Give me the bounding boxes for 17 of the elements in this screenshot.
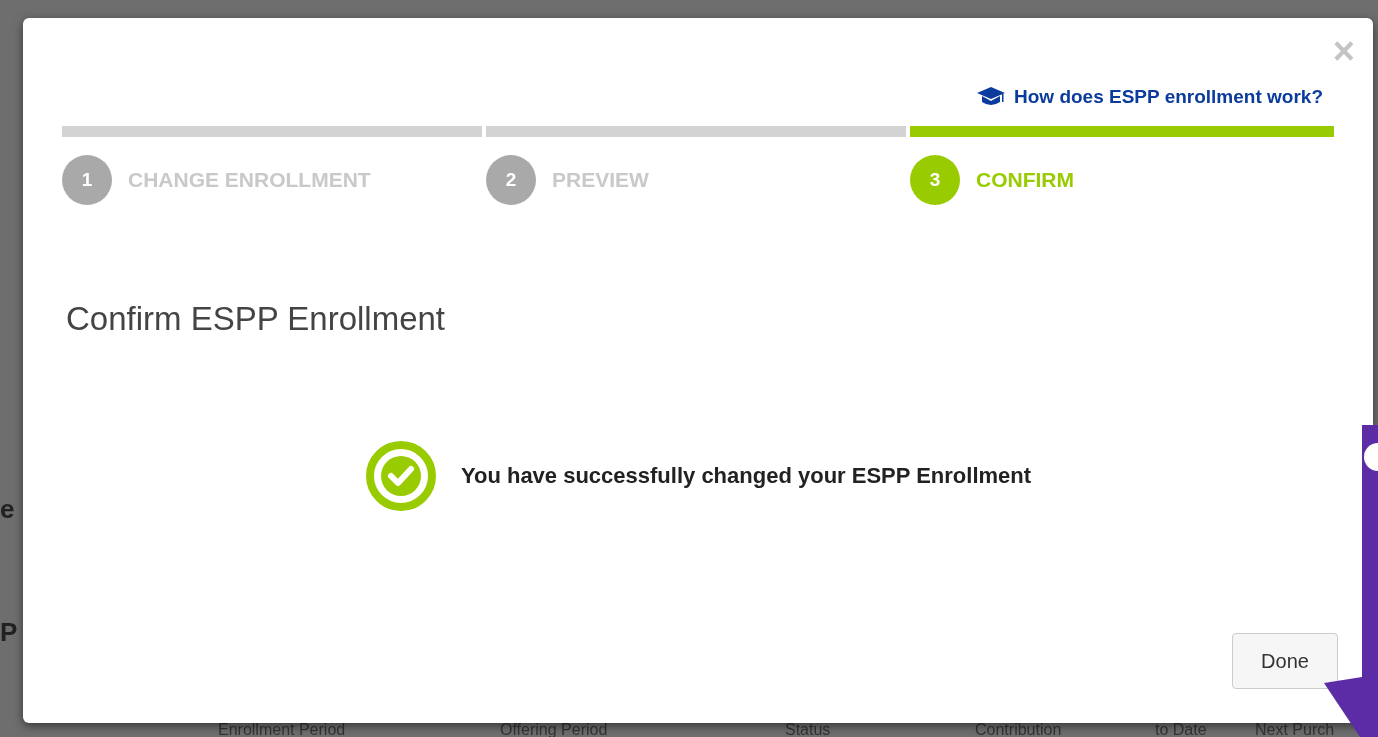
column-header: Contribution xyxy=(975,720,1062,737)
column-header: to Date xyxy=(1155,720,1207,737)
step-label: CONFIRM xyxy=(976,167,1074,194)
step-number: 2 xyxy=(486,155,536,205)
step-number: 3 xyxy=(910,155,960,205)
background-text: P xyxy=(0,616,18,649)
help-link[interactable]: How does ESPP enrollment work? xyxy=(976,68,1323,126)
done-button[interactable]: Done xyxy=(1232,633,1338,689)
success-check-icon xyxy=(364,439,437,512)
dialog-title: Confirm ESPP Enrollment xyxy=(66,299,447,339)
column-header: Enrollment Period xyxy=(218,720,346,737)
success-message: You have successfully changed your ESPP Enrollment xyxy=(460,462,1032,491)
column-header: Next Purch xyxy=(1255,720,1335,737)
graduation-cap-icon xyxy=(976,87,1006,107)
step-number: 1 xyxy=(62,155,112,205)
background-text: e xyxy=(0,493,15,526)
column-header: Status xyxy=(785,720,831,737)
